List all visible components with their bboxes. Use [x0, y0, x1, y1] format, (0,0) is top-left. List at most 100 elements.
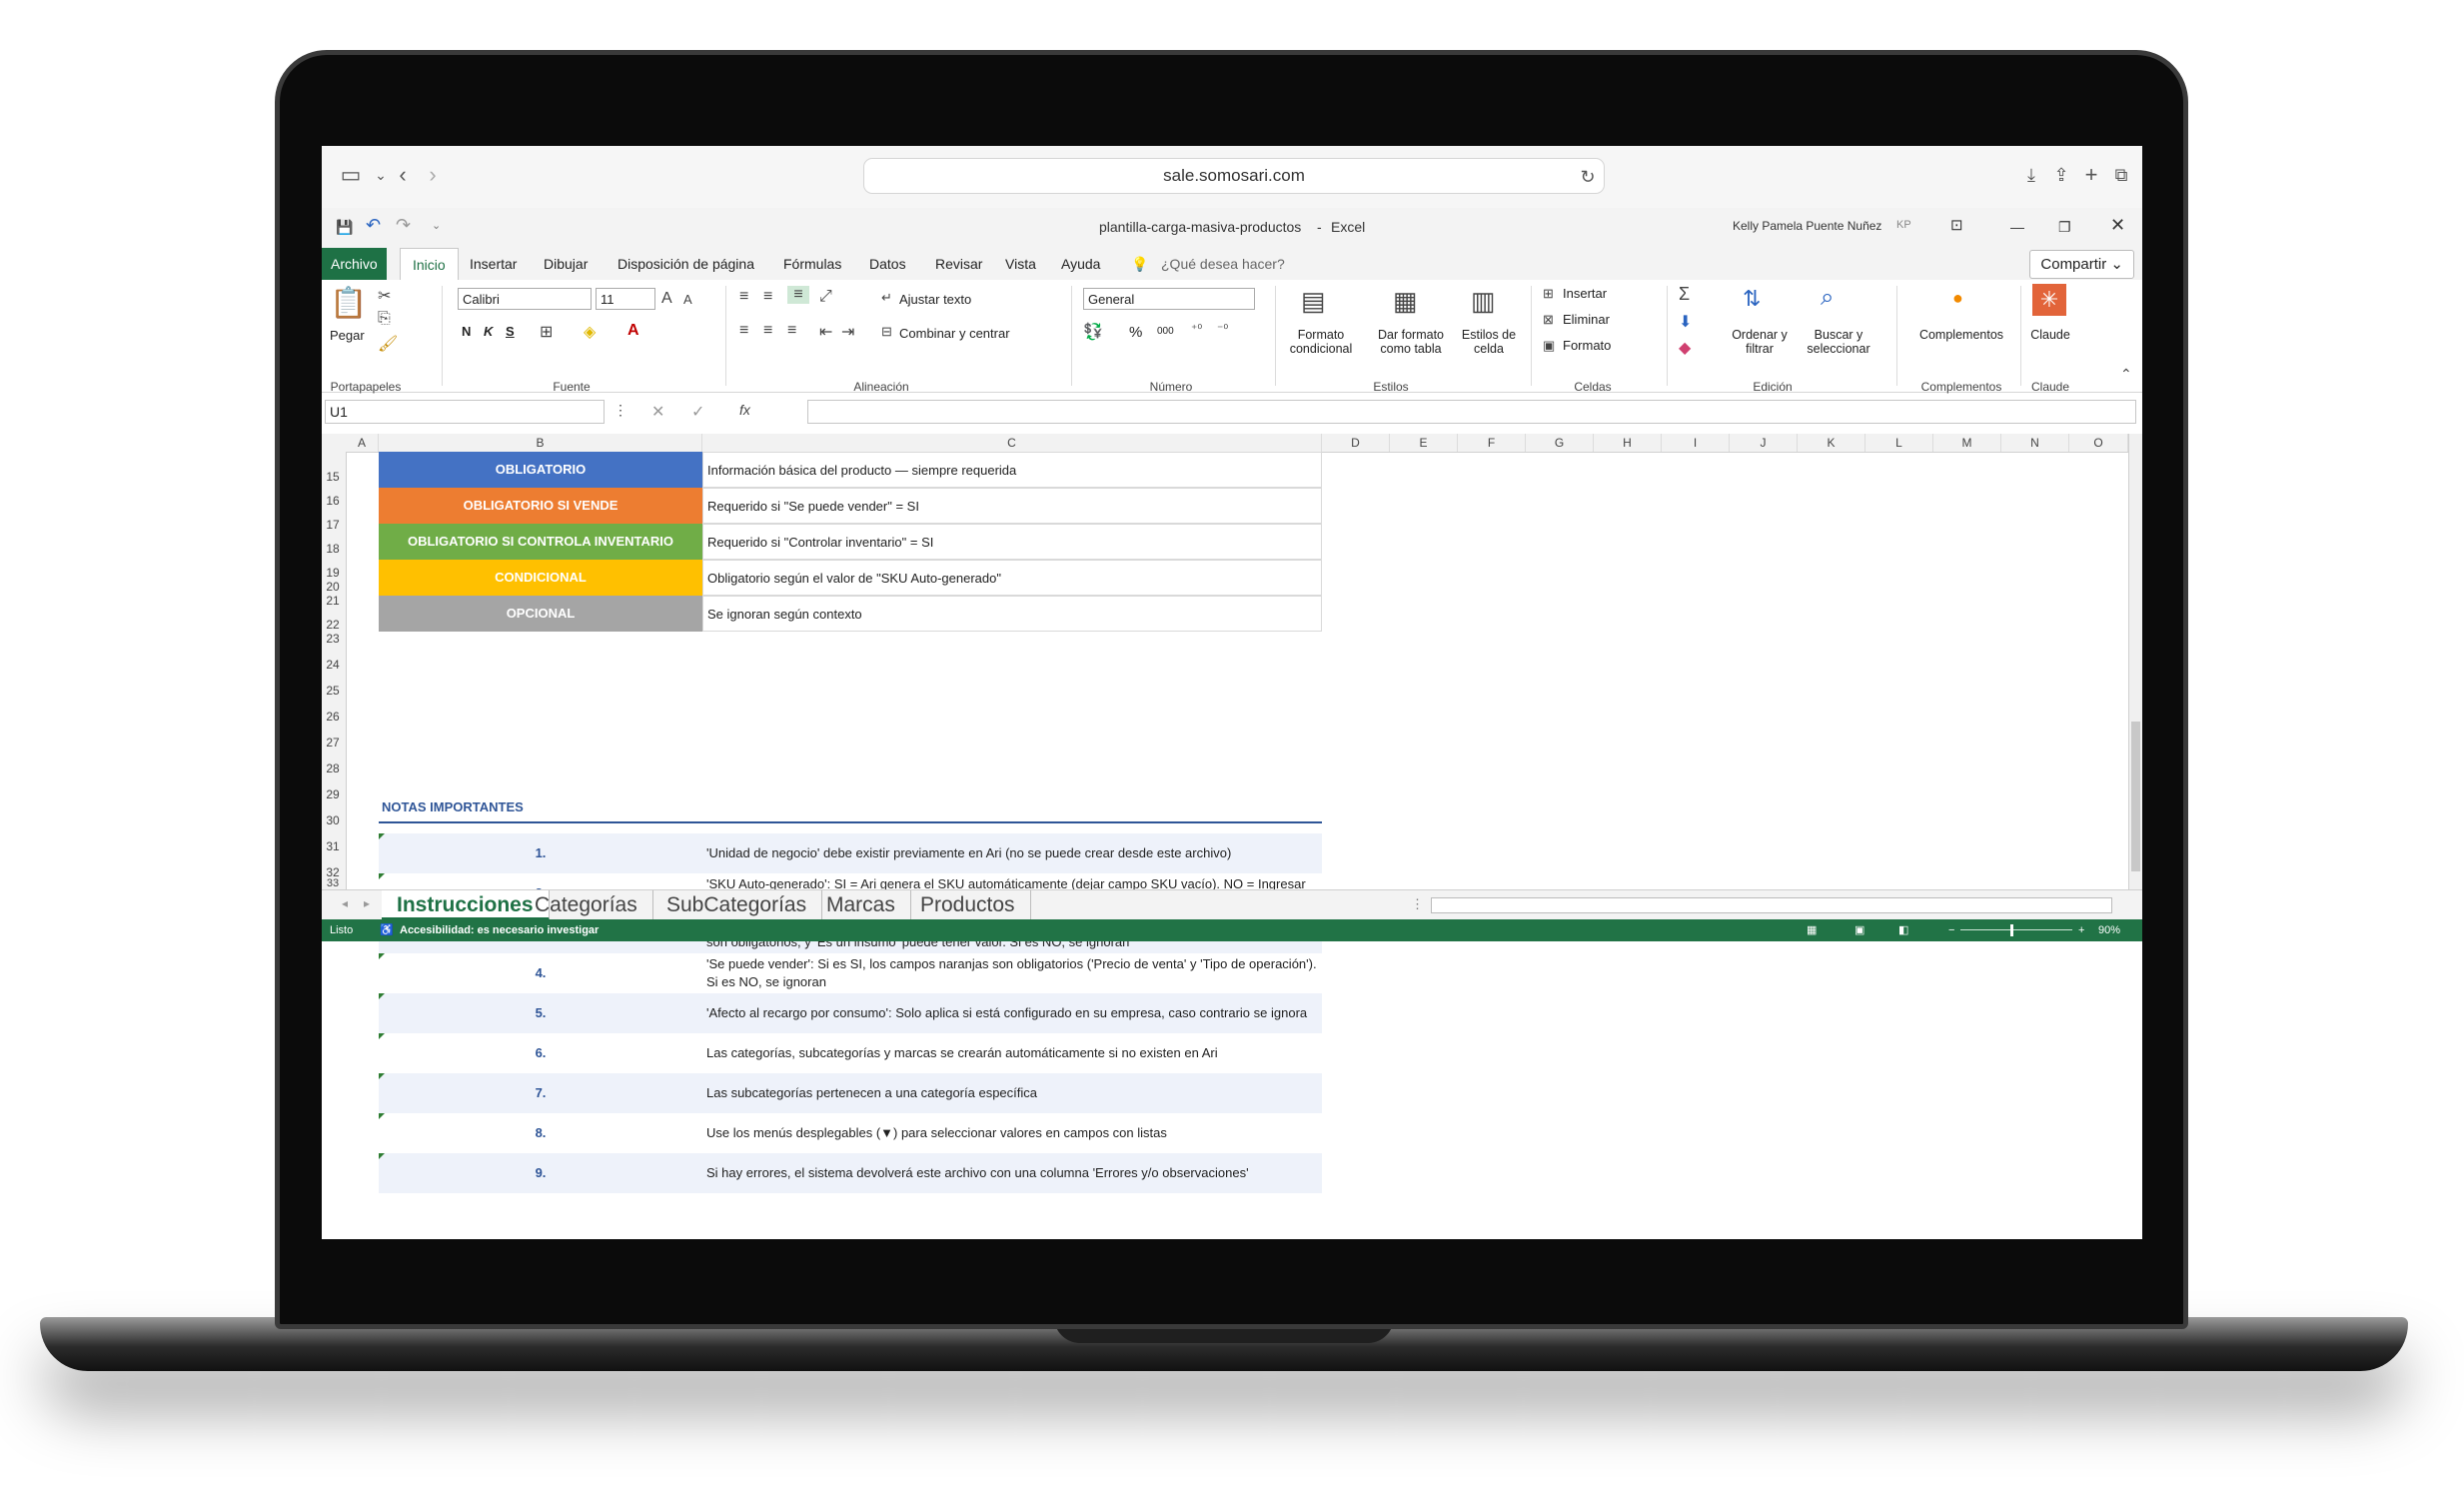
accessibility-status[interactable]: Accesibilidad: es necesario investigar [400, 919, 599, 941]
column-header[interactable]: F [1458, 434, 1526, 452]
align-bottom-icon[interactable]: ≡ [787, 286, 809, 304]
next-sheet-icon[interactable]: ▸ [364, 896, 370, 910]
back-icon[interactable]: ‹ [388, 160, 418, 190]
tab-datos[interactable]: Datos [869, 248, 906, 280]
close-icon[interactable]: ✕ [2110, 215, 2125, 236]
row-header[interactable]: 17 [322, 518, 344, 532]
normal-view-icon[interactable]: ▦ [1807, 919, 1817, 941]
column-header[interactable]: N [2001, 434, 2069, 452]
row-header[interactable]: 30 [322, 813, 344, 827]
column-header[interactable]: E [1390, 434, 1458, 452]
format-cells-icon[interactable]: ▣ [1543, 338, 1555, 354]
horizontal-scrollbar[interactable] [1431, 897, 2112, 913]
wrap-text-button[interactable]: Ajustar texto [899, 292, 971, 307]
row-header[interactable]: 25 [322, 684, 344, 698]
row-header[interactable]: 23 [322, 632, 344, 646]
column-header[interactable]: H [1594, 434, 1662, 452]
number-format-select[interactable]: General [1083, 288, 1255, 310]
delete-cells-button[interactable]: Eliminar [1563, 312, 1610, 327]
zoom-slider-thumb[interactable] [2010, 924, 2013, 936]
zoom-level[interactable]: 90% [2098, 919, 2120, 941]
row-header[interactable]: 18 [322, 542, 344, 556]
note-row[interactable]: 9. Si hay errores, el sistema devolverá e… [379, 1153, 1322, 1193]
note-row[interactable]: 6. Las categorías, subcategorías y marcas… [379, 1033, 1322, 1073]
conditional-format-button[interactable]: Formato condicional [1281, 328, 1361, 356]
legend-label-obligatorio-vende[interactable]: OBLIGATORIO SI VENDE [379, 488, 702, 524]
row-header[interactable]: 29 [322, 787, 344, 801]
orientation-icon[interactable]: ⤢ [819, 288, 832, 306]
row-header[interactable]: 21 [322, 594, 344, 608]
autosum-icon[interactable]: Σ [1679, 284, 1690, 305]
fill-color-icon[interactable]: ◈ [584, 322, 596, 342]
conditional-format-icon[interactable]: ▤ [1301, 286, 1326, 317]
increase-decimal-icon[interactable]: ⁺⁰ [1191, 322, 1202, 336]
column-header[interactable]: B [379, 434, 702, 452]
restore-icon[interactable]: ❐ [2058, 219, 2071, 236]
paste-icon[interactable]: 📋 [330, 286, 367, 321]
format-table-button[interactable]: Dar formato como tabla [1369, 328, 1453, 356]
cut-icon[interactable]: ✂ [378, 286, 391, 306]
legend-desc[interactable]: Información básica del producto — siempr… [702, 452, 1322, 488]
column-header[interactable]: G [1526, 434, 1594, 452]
align-left-icon[interactable]: ≡ [739, 322, 748, 340]
save-icon[interactable]: 💾 [336, 219, 353, 236]
ribbon-display-icon[interactable]: ⊡ [1950, 216, 1963, 234]
font-color-icon[interactable]: A [627, 322, 639, 340]
collapse-ribbon-icon[interactable]: ⌃ [2120, 366, 2132, 383]
merge-center-button[interactable]: Combinar y centrar [899, 326, 1010, 341]
row-header[interactable]: 19 [322, 566, 344, 580]
paste-label[interactable]: Pegar [330, 328, 365, 343]
align-top-icon[interactable]: ≡ [739, 288, 748, 306]
align-right-icon[interactable]: ≡ [787, 322, 796, 340]
align-middle-icon[interactable]: ≡ [763, 288, 772, 306]
name-box-menu-icon[interactable]: ⋮ [614, 402, 627, 419]
increase-font-icon[interactable]: A [661, 290, 672, 308]
tab-dibujar[interactable]: Dibujar [544, 248, 588, 280]
note-row[interactable]: 4. 'Se puede vender': Si es SI, los campo… [379, 953, 1322, 993]
cell-styles-button[interactable]: Estilos de celda [1457, 328, 1521, 356]
forward-icon[interactable]: › [418, 160, 448, 190]
claude-icon[interactable]: ✳ [2032, 284, 2066, 316]
redo-icon[interactable]: ↷ [396, 215, 411, 236]
column-header[interactable]: J [1730, 434, 1798, 452]
row-header[interactable]: 24 [322, 658, 344, 672]
legend-label-condicional[interactable]: CONDICIONAL [379, 560, 702, 596]
download-icon[interactable]: ⤓ [2016, 160, 2046, 190]
cell-styles-icon[interactable]: ▥ [1471, 286, 1496, 317]
borders-icon[interactable]: ⊞ [540, 322, 553, 342]
font-name-select[interactable]: Calibri [458, 288, 592, 310]
customize-icon[interactable]: ⌄ [432, 219, 441, 232]
format-table-icon[interactable]: ▦ [1393, 286, 1418, 317]
column-header[interactable]: L [1865, 434, 1933, 452]
note-row[interactable]: 7. Las subcategorías pertenecen a una cat… [379, 1073, 1322, 1113]
legend-desc[interactable]: Obligatorio según el valor de "SKU Auto-… [702, 560, 1322, 596]
sort-filter-icon[interactable]: ⇅ [1743, 286, 1761, 312]
column-header[interactable]: D [1322, 434, 1390, 452]
legend-label-obligatorio-inventario[interactable]: OBLIGATORIO SI CONTROLA INVENTARIO [379, 524, 702, 560]
format-painter-icon[interactable]: 🖌 [378, 334, 398, 354]
sidebar-icon[interactable]: ▭ [336, 160, 366, 190]
vertical-scrollbar[interactable] [2128, 434, 2142, 889]
decrease-font-icon[interactable]: A [683, 292, 692, 307]
name-box[interactable]: U1 [325, 400, 605, 424]
font-size-select[interactable]: 11 [596, 288, 655, 310]
row-header[interactable]: 33 [322, 877, 344, 889]
merge-icon[interactable]: ⊟ [881, 324, 892, 340]
claude-button[interactable]: Claude [2028, 328, 2072, 342]
addins-button[interactable]: Complementos [1910, 328, 2012, 342]
address-bar[interactable]: sale.somosari.com [863, 158, 1605, 194]
find-select-button[interactable]: Buscar y seleccionar [1799, 328, 1878, 356]
zoom-out-icon[interactable]: − [1948, 919, 1954, 941]
tab-disposicion[interactable]: Disposición de página [617, 248, 754, 280]
minimize-icon[interactable]: — [2010, 219, 2024, 235]
row-header[interactable]: 27 [322, 736, 344, 750]
sheet-tab-productos[interactable]: Productos [905, 890, 1031, 920]
note-row[interactable]: 8. Use los menús desplegables (▼) para se… [379, 1113, 1322, 1153]
sheet-tab-marcas[interactable]: Marcas [811, 890, 911, 920]
tab-ayuda[interactable]: Ayuda [1061, 248, 1100, 280]
copy-icon[interactable]: ⎘ [378, 310, 391, 328]
percent-button[interactable]: % [1129, 324, 1142, 341]
page-layout-icon[interactable]: ▣ [1854, 919, 1864, 941]
note-row[interactable]: 1. 'Unidad de negocio' debe existir previ… [379, 833, 1322, 873]
reload-icon[interactable]: ↻ [1573, 162, 1603, 192]
